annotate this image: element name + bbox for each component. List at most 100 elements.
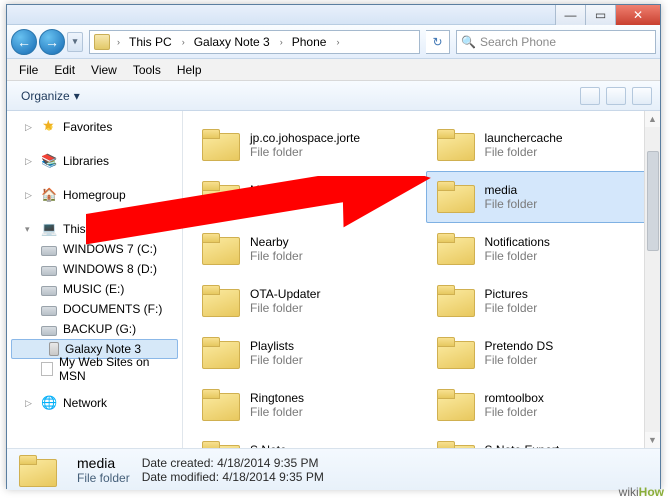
folder-icon [200, 179, 242, 215]
folder-item[interactable]: S Note ExportFile folder [426, 431, 661, 448]
refresh-button[interactable]: ↻ [426, 30, 450, 54]
folder-icon [200, 335, 242, 371]
sidebar-msn[interactable]: My Web Sites on MSN [7, 359, 182, 379]
folder-type: File folder [485, 405, 544, 419]
folder-item[interactable]: PicturesFile folder [426, 275, 661, 327]
sidebar-drive[interactable]: WINDOWS 7 (C:) [7, 239, 182, 259]
view-options-button[interactable] [580, 87, 600, 105]
folder-type: File folder [250, 353, 303, 367]
details-modified: 4/18/2014 9:35 PM [222, 470, 323, 484]
folder-item[interactable]: jp.co.johospace.jorteFile folder [191, 119, 426, 171]
search-placeholder: Search Phone [480, 35, 556, 49]
drive-icon [41, 246, 57, 256]
folder-type: File folder [250, 249, 303, 263]
sidebar-drive[interactable]: MUSIC (E:) [7, 279, 182, 299]
sidebar-libraries[interactable]: ▷Libraries [7, 151, 182, 171]
breadcrumb[interactable]: Phone [286, 31, 334, 53]
sidebar-homegroup[interactable]: ▷Homegroup [7, 185, 182, 205]
folder-name: Pretendo DS [485, 339, 554, 353]
folder-name: OTA-Updater [250, 287, 320, 301]
folder-name: jp.co.johospace.jorte [250, 131, 360, 145]
folder-type: File folder [250, 197, 307, 211]
folder-item[interactable]: PlaylistsFile folder [191, 327, 426, 379]
close-button[interactable]: ✕ [615, 5, 660, 25]
help-button[interactable] [632, 87, 652, 105]
folder-name: Ringtones [250, 391, 304, 405]
folder-item[interactable]: OTA-UpdaterFile folder [191, 275, 426, 327]
scroll-up-icon[interactable]: ▲ [645, 111, 660, 127]
folder-type: File folder [250, 405, 304, 419]
folder-type: File folder [485, 353, 554, 367]
folder-icon [200, 387, 242, 423]
menu-edit[interactable]: Edit [46, 61, 83, 79]
folder-type: File folder [250, 145, 360, 159]
folder-item[interactable]: mediaFile folder [426, 171, 661, 223]
drive-icon [41, 286, 57, 296]
history-dropdown[interactable]: ▾ [67, 32, 83, 52]
sidebar-drive[interactable]: DOCUMENTS (F:) [7, 299, 182, 319]
menu-view[interactable]: View [83, 61, 125, 79]
folder-icon [435, 335, 477, 371]
organize-button[interactable]: Organize▾ [15, 87, 86, 105]
folder-name: S Note Export [485, 443, 560, 448]
folder-item[interactable]: RingtonesFile folder [191, 379, 426, 431]
details-name: media [77, 455, 115, 471]
folder-item[interactable]: Pretendo DSFile folder [426, 327, 661, 379]
navigation-bar: ← → ▾ › This PC › Galaxy Note 3 › Phone … [7, 25, 660, 59]
folder-item[interactable]: NearbyFile folder [191, 223, 426, 275]
folder-icon [94, 34, 110, 50]
chevron-right-icon: › [333, 37, 342, 47]
menu-tools[interactable]: Tools [125, 61, 169, 79]
search-input[interactable]: 🔍 Search Phone [456, 30, 656, 54]
folder-icon [17, 453, 57, 487]
folder-item[interactable]: S NoteFile folder [191, 431, 426, 448]
details-type: File folder [77, 471, 130, 485]
sidebar-favorites[interactable]: ▷Favorites [7, 117, 182, 137]
scrollbar[interactable]: ▲ ▼ [644, 111, 660, 448]
folder-icon [435, 283, 477, 319]
details-pane: media File folder Date created: 4/18/201… [7, 448, 660, 490]
phone-icon [49, 342, 59, 356]
preview-pane-button[interactable] [606, 87, 626, 105]
folder-item[interactable]: MagicRingFile folder [191, 171, 426, 223]
folder-type: File folder [485, 197, 538, 211]
star-icon [41, 119, 57, 135]
sidebar-drive[interactable]: WINDOWS 8 (D:) [7, 259, 182, 279]
menu-bar: File Edit View Tools Help [7, 59, 660, 81]
sidebar-drive[interactable]: BACKUP (G:) [7, 319, 182, 339]
breadcrumb[interactable]: This PC [123, 31, 179, 53]
folder-name: media [485, 183, 538, 197]
folder-item[interactable]: launchercacheFile folder [426, 119, 661, 171]
back-button[interactable]: ← [11, 29, 37, 55]
folder-name: MagicRing [250, 183, 307, 197]
scroll-thumb[interactable] [647, 151, 659, 251]
details-created: 4/18/2014 9:35 PM [217, 456, 318, 470]
sidebar-thispc[interactable]: ▾This PC [7, 219, 182, 239]
address-bar[interactable]: › This PC › Galaxy Note 3 › Phone › [89, 30, 420, 54]
folder-icon [435, 127, 477, 163]
folder-icon [200, 439, 242, 448]
menu-file[interactable]: File [11, 61, 46, 79]
folder-icon [200, 127, 242, 163]
folder-icon [200, 283, 242, 319]
breadcrumb[interactable]: Galaxy Note 3 [188, 31, 277, 53]
folder-name: S Note [250, 443, 303, 448]
folder-item[interactable]: NotificationsFile folder [426, 223, 661, 275]
folder-icon [435, 179, 477, 215]
folder-name: romtoolbox [485, 391, 544, 405]
titlebar: — ▭ ✕ [7, 5, 660, 25]
sidebar-network[interactable]: ▷Network [7, 393, 182, 413]
menu-help[interactable]: Help [169, 61, 210, 79]
pc-icon [41, 221, 57, 237]
minimize-button[interactable]: — [555, 5, 585, 25]
watermark: wikiHow [619, 484, 664, 499]
forward-button[interactable]: → [39, 29, 65, 55]
scroll-down-icon[interactable]: ▼ [645, 432, 660, 448]
chevron-right-icon: › [277, 37, 286, 47]
folder-item[interactable]: romtoolboxFile folder [426, 379, 661, 431]
maximize-button[interactable]: ▭ [585, 5, 615, 25]
explorer-window: — ▭ ✕ ← → ▾ › This PC › Galaxy Note 3 › … [6, 4, 661, 489]
command-bar: Organize▾ [7, 81, 660, 111]
content-pane[interactable]: jp.co.johospace.jorteFile folderlauncher… [183, 111, 660, 448]
homegroup-icon [41, 187, 57, 203]
